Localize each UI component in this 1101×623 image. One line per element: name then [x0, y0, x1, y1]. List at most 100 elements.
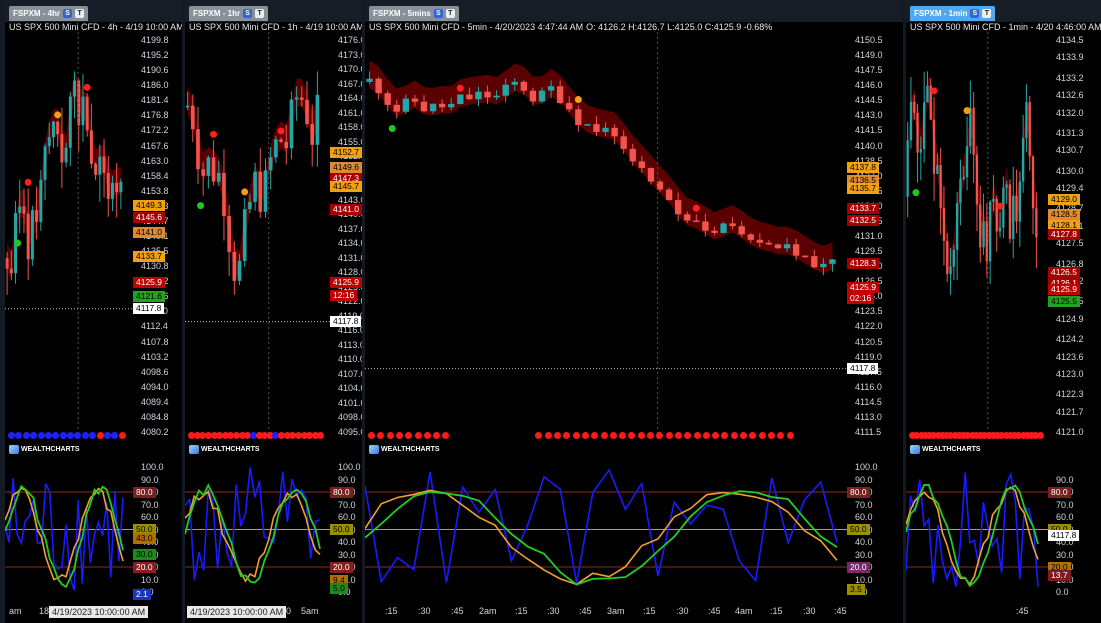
- time-tick: :15: [515, 606, 528, 616]
- price-chart[interactable]: [365, 32, 903, 440]
- chart-tab[interactable]: FSPXM - 1hr S T: [189, 6, 269, 21]
- chart-tab[interactable]: FSPXM - 1min S T: [910, 6, 996, 21]
- chart-tab[interactable]: FSPXM - 4hr S T: [9, 6, 89, 21]
- price-tick: 4195.2: [141, 50, 169, 61]
- chart-tab-label: FSPXM - 1min: [914, 9, 968, 18]
- price-tick: 4111.5: [855, 427, 882, 437]
- chart-panel-p4[interactable]: FSPXM - 1min S T US SPX 500 Mini CFD - 1min…: [906, 0, 1101, 623]
- type-icon[interactable]: T: [75, 9, 85, 18]
- price-tick: 4137.0: [338, 223, 362, 234]
- logo-text: WEALTHCHARTS: [381, 446, 440, 453]
- price-label: 4125.9: [1048, 284, 1080, 296]
- signal-dot: [786, 432, 794, 439]
- wealthcharts-logo: WEALTHCHARTS: [910, 445, 981, 454]
- price-label: 4145.7: [330, 181, 362, 193]
- price-tick: 4134.5: [1056, 35, 1084, 45]
- price-label: 4145.6: [133, 212, 165, 224]
- price-tick: 4132.0: [1056, 107, 1084, 118]
- oscillator-label: 80.0: [847, 486, 870, 498]
- logo-icon: [189, 445, 199, 454]
- oscillator-tick: 0.0: [1056, 587, 1069, 597]
- price-tick: 4167.6: [141, 140, 169, 151]
- oscillator-label: 3.5: [847, 584, 865, 595]
- price-label: 4128.5: [1048, 208, 1080, 220]
- oscillator-label: 20.0: [133, 561, 156, 573]
- signal-dot: [572, 432, 580, 439]
- time-tick: :45: [1016, 606, 1029, 616]
- candle: [975, 145, 979, 232]
- price-label: 4133.7: [847, 203, 879, 215]
- price-tick: 4172.2: [141, 125, 169, 136]
- signal-dot: [103, 432, 111, 439]
- price-tick: 4101.0: [338, 397, 362, 408]
- oscillator-signal: [365, 489, 838, 586]
- price-tick: 4103.2: [141, 351, 169, 362]
- price-tick: 4113.0: [855, 411, 882, 422]
- signal-dot: [414, 432, 422, 439]
- logo-text: WEALTHCHARTS: [922, 446, 981, 453]
- type-icon[interactable]: T: [445, 9, 455, 18]
- signal-dot: [1036, 432, 1044, 439]
- oscillator-label: 80.0: [133, 486, 156, 498]
- signal-dot: [767, 432, 775, 439]
- logo-icon: [910, 445, 920, 454]
- oscillator-label: 50.0: [847, 524, 870, 535]
- time-tick: :45: [708, 606, 721, 616]
- time-tick: 2am: [479, 606, 497, 616]
- price-label: 12:16: [330, 289, 358, 301]
- price-tick: 4122.0: [855, 321, 883, 332]
- time-tick: am: [9, 606, 22, 616]
- type-icon[interactable]: T: [255, 9, 265, 18]
- logo-text: WEALTHCHARTS: [201, 446, 260, 453]
- candle: [258, 148, 263, 218]
- candle: [939, 147, 942, 235]
- price-label: 4125.9: [847, 281, 879, 293]
- candle: [196, 106, 200, 185]
- oscillator-signal: [906, 486, 1039, 586]
- signal-dot: [637, 432, 645, 439]
- oscillator-chart[interactable]: [365, 455, 903, 600]
- oscillator-tick: 30.0: [855, 549, 873, 560]
- signal-dot: [693, 432, 701, 439]
- link-icon[interactable]: S: [433, 9, 443, 18]
- price-label: 4149.6: [330, 162, 362, 174]
- price-tick: 4190.6: [141, 65, 169, 76]
- price-tick: 4132.6: [1056, 90, 1084, 101]
- chart-panel-p3[interactable]: FSPXM - 5mins S T US SPX 500 Mini CFD - 5mi…: [365, 0, 903, 623]
- oscillator-fast: [365, 468, 838, 584]
- oscillator-tick: 10.0: [855, 574, 873, 585]
- signal-dot: [647, 432, 654, 439]
- price-tick: 4146.0: [855, 80, 883, 91]
- price-tick: 4133.2: [1056, 72, 1084, 83]
- chart-tab[interactable]: FSPXM - 5mins S T: [369, 6, 459, 21]
- signal-dot: [730, 432, 738, 439]
- candle: [909, 77, 913, 149]
- price-chart[interactable]: [185, 32, 362, 440]
- price-tick: 4116.0: [855, 381, 882, 392]
- price-tick: 4107.0: [338, 368, 362, 379]
- wealthcharts-logo: WEALTHCHARTS: [189, 445, 260, 454]
- chart-panel-p2[interactable]: FSPXM - 1hr S T US SPX 500 Mini CFD - 1h - …: [185, 0, 362, 623]
- time-tick: :30: [547, 606, 560, 616]
- link-icon[interactable]: S: [970, 9, 980, 18]
- signal-dot: [96, 432, 104, 439]
- wealthcharts-logo: WEALTHCHARTS: [369, 445, 440, 454]
- signal-dot: [674, 432, 682, 439]
- oscillator-fast: [5, 478, 124, 591]
- type-icon[interactable]: T: [982, 9, 992, 18]
- candle: [56, 120, 60, 147]
- chart-panel-p1[interactable]: FSPXM - 4hr S T US SPX 500 Mini CFD - 4h - …: [5, 0, 182, 623]
- price-tick: 4107.8: [141, 336, 169, 347]
- price-tick: 4134.0: [338, 238, 362, 249]
- price-tick: 4094.0: [141, 381, 169, 392]
- candle: [952, 244, 956, 281]
- time-tick: 3am: [607, 606, 625, 616]
- price-tick: 4155.0: [338, 136, 362, 147]
- link-icon[interactable]: S: [63, 9, 73, 18]
- candle: [988, 200, 992, 285]
- price-tick: 4124.9: [1056, 313, 1084, 324]
- oscillator-tick: 70.0: [855, 499, 873, 510]
- oscillator-tick: 100.0: [141, 462, 164, 472]
- candle: [89, 103, 93, 169]
- link-icon[interactable]: S: [243, 9, 253, 18]
